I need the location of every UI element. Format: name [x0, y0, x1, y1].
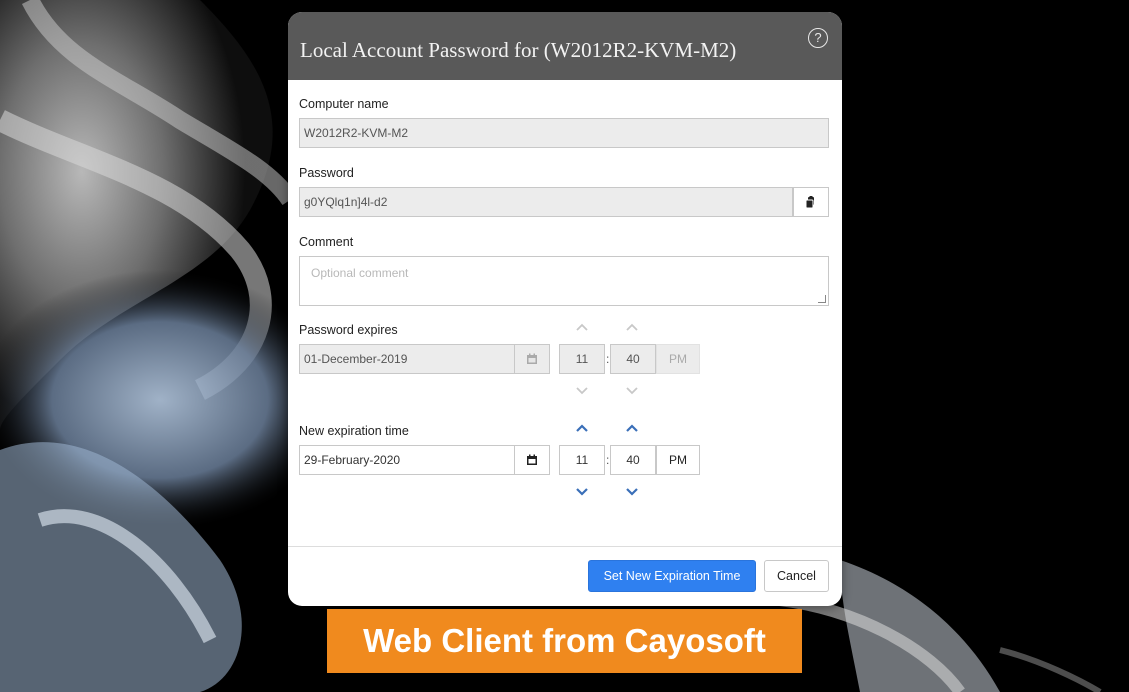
set-new-expiration-button[interactable]: Set New Expiration Time — [588, 560, 756, 592]
new-expiration-date-field[interactable]: 29-February-2020 — [299, 445, 515, 475]
caption-banner: Web Client from Cayosoft — [327, 609, 802, 673]
comment-placeholder: Optional comment — [311, 266, 409, 280]
expires-ampm-toggle: PM — [656, 344, 700, 374]
password-expires-label: Password expires — [299, 323, 398, 337]
resize-grip[interactable] — [818, 295, 826, 303]
computer-name-field: W2012R2-KVM-M2 — [299, 118, 829, 148]
local-account-password-dialog: Local Account Password for (W2012R2-KVM-… — [288, 12, 842, 606]
calendar-icon — [527, 353, 537, 364]
question-circle-icon[interactable]: ? — [808, 28, 828, 48]
minute-down-chevron-icon — [626, 387, 638, 395]
time-separator: : — [606, 352, 610, 366]
calendar-icon — [527, 454, 537, 465]
dialog-header: Local Account Password for (W2012R2-KVM-… — [288, 12, 842, 80]
expires-calendar-button — [514, 344, 550, 374]
copy-clipboard-icon — [805, 196, 814, 209]
expires-minute-field: 40 — [610, 344, 656, 374]
footer-divider — [288, 546, 842, 547]
minute-up-chevron-icon — [626, 323, 638, 331]
new-minute-up-chevron-icon[interactable] — [625, 423, 639, 433]
copy-password-button[interactable] — [793, 187, 829, 217]
new-hour-field[interactable]: 11 — [559, 445, 605, 475]
cancel-button[interactable]: Cancel — [764, 560, 829, 592]
expires-hour-field: 11 — [559, 344, 605, 374]
time-separator: : — [606, 453, 610, 467]
new-expiration-label: New expiration time — [299, 424, 409, 438]
comment-textarea[interactable]: Optional comment — [299, 256, 829, 306]
new-hour-down-chevron-icon[interactable] — [575, 486, 589, 496]
dialog-title: Local Account Password for (W2012R2-KVM-… — [300, 38, 737, 62]
comment-label: Comment — [299, 235, 354, 249]
new-expiration-calendar-button[interactable] — [514, 445, 550, 475]
new-minute-field[interactable]: 40 — [610, 445, 656, 475]
computer-name-label: Computer name — [299, 97, 389, 111]
password-label: Password — [299, 166, 354, 180]
hour-down-chevron-icon — [576, 387, 588, 395]
new-hour-up-chevron-icon[interactable] — [575, 423, 589, 433]
new-minute-down-chevron-icon[interactable] — [625, 486, 639, 496]
hour-up-chevron-icon — [576, 323, 588, 331]
expires-date-field: 01-December-2019 — [299, 344, 515, 374]
new-ampm-toggle[interactable]: PM — [656, 445, 700, 475]
password-field[interactable]: g0YQlq1n]4l-d2 — [299, 187, 793, 217]
